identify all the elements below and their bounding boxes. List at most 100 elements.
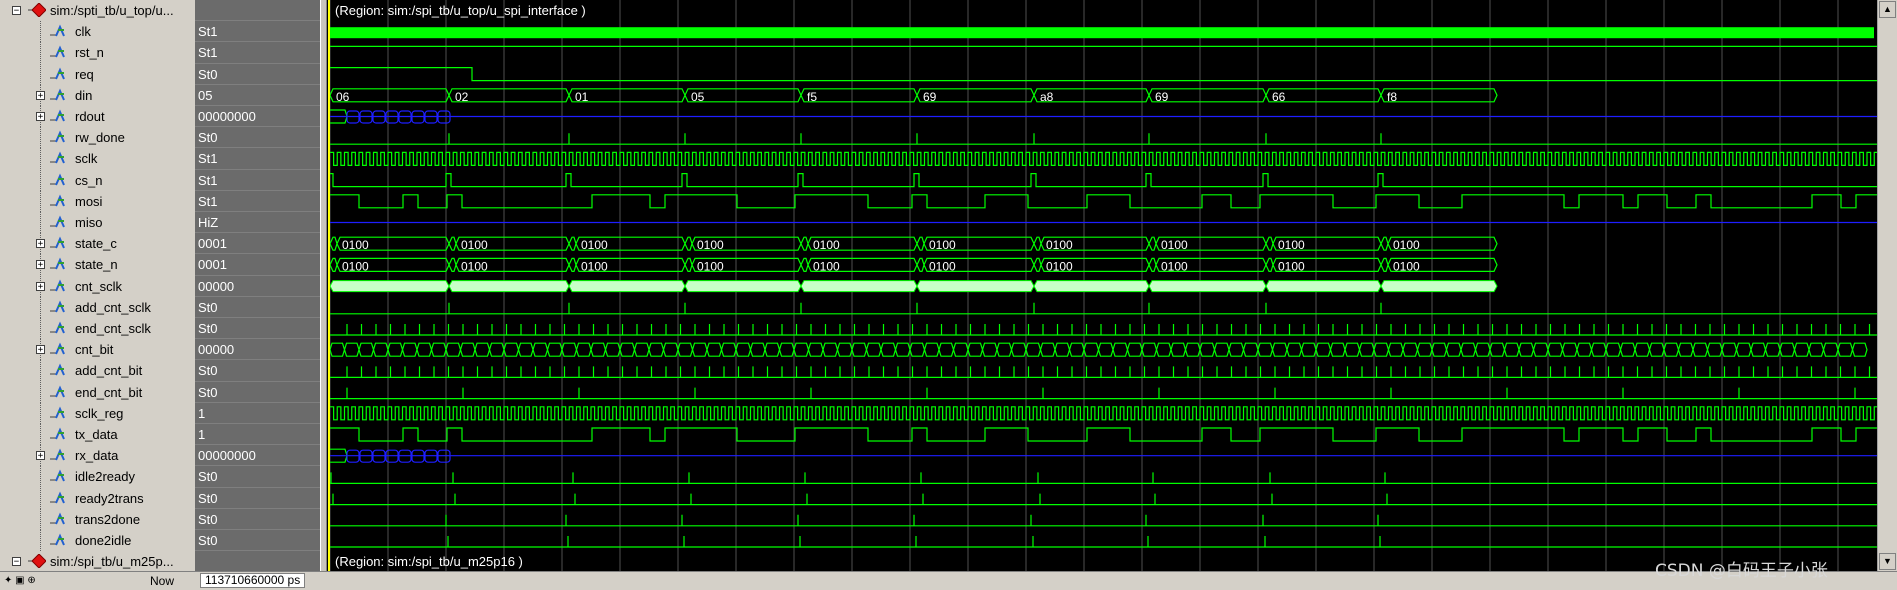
signal-row[interactable]: sclk_reg xyxy=(0,402,195,424)
expand-icon[interactable]: + xyxy=(36,451,45,461)
signal-row[interactable]: + din xyxy=(0,84,195,106)
cnt_sclk-segment xyxy=(568,280,686,293)
signal-waveform-icon xyxy=(50,300,66,314)
expand-icon[interactable]: + xyxy=(36,239,45,249)
signal-value: St1 xyxy=(198,193,218,209)
signal-row[interactable]: done2idle xyxy=(0,530,195,551)
signal-row[interactable]: cs_n xyxy=(0,169,195,191)
signal-value-row: St0 xyxy=(195,360,320,381)
signal-name-pane[interactable]: − sim:/spti_tb/u_top/u... clk rst_n req + din +… xyxy=(0,0,195,571)
signal-row[interactable]: rw_done xyxy=(0,127,195,149)
tree-line xyxy=(40,127,41,149)
row-divider xyxy=(195,20,320,22)
signal-row[interactable]: mosi xyxy=(0,190,195,212)
signal-row[interactable]: idle2ready xyxy=(0,466,195,488)
signal-name: add_cnt_sclk xyxy=(75,299,151,315)
toolbar-icons[interactable]: ✦ ▣ ⊕ xyxy=(4,575,36,586)
group-row[interactable]: − sim:/spi_tb/u_m25p... xyxy=(0,551,195,571)
tree-line xyxy=(40,466,41,488)
signal-name: rx_data xyxy=(75,448,119,464)
waveform-canvas[interactable]: (Region: sim:/spi_tb/u_top/u_spi_interfa… xyxy=(327,0,1879,571)
row-divider xyxy=(195,507,320,509)
signal-row[interactable]: add_cnt_sclk xyxy=(0,296,195,318)
signal-row[interactable]: add_cnt_bit xyxy=(0,360,195,382)
signal-value-row: 00000000 xyxy=(195,445,320,466)
signal-row[interactable]: + state_n xyxy=(0,254,195,276)
signal-row[interactable]: + rdout xyxy=(0,106,195,127)
signal-row[interactable]: trans2done xyxy=(0,508,195,530)
signal-waveform-icon xyxy=(50,469,66,483)
expand-icon[interactable]: + xyxy=(36,112,45,122)
signal-value-row: 00000000 xyxy=(195,106,320,127)
signal-waveform-icon xyxy=(50,491,66,505)
red-diamond-icon xyxy=(28,553,47,569)
signal-value: St0 xyxy=(198,469,218,485)
signal-row[interactable]: + state_c xyxy=(0,233,195,255)
group-name: sim:/spti_tb/u_top/u... xyxy=(50,3,174,18)
tree-line xyxy=(40,508,41,530)
signal-value-row: HiZ xyxy=(195,212,320,233)
signal-waveform-icon xyxy=(50,448,66,462)
signal-value: St0 xyxy=(198,130,218,146)
signal-row[interactable]: end_cnt_bit xyxy=(0,381,195,403)
expand-icon[interactable]: + xyxy=(36,260,45,270)
signal-waveform-icon xyxy=(50,279,66,293)
signal-row[interactable]: tx_data xyxy=(0,424,195,445)
signal-row[interactable]: miso xyxy=(0,212,195,233)
cnt_sclk-segment xyxy=(329,280,450,293)
signal-name: req xyxy=(75,66,94,82)
collapse-icon[interactable]: − xyxy=(12,557,21,567)
row-divider xyxy=(195,83,320,85)
group-row[interactable]: − sim:/spti_tb/u_top/u... xyxy=(0,0,195,21)
signal-value-row: 05 xyxy=(195,85,320,106)
signal-row[interactable]: + cnt_sclk xyxy=(0,275,195,297)
signal-value: St0 xyxy=(198,321,218,336)
pane-splitter[interactable] xyxy=(320,0,327,590)
now-label: Now xyxy=(150,574,175,588)
vertical-scrollbar[interactable]: ▲ ▼ xyxy=(1877,0,1897,571)
signal-value: St0 xyxy=(198,490,218,506)
din-label: 66 xyxy=(1272,90,1286,104)
row-divider xyxy=(195,211,320,212)
signal-row[interactable]: clk xyxy=(0,21,195,43)
signal-name: clk xyxy=(75,24,91,40)
expand-icon[interactable]: + xyxy=(36,90,45,100)
signal-waveform-icon xyxy=(50,194,66,208)
signal-row[interactable]: sclk xyxy=(0,148,195,170)
status-bar: ✦ ▣ ⊕ Now 113710660000 ps xyxy=(0,571,1897,590)
signal-name: cnt_sclk xyxy=(75,278,122,294)
signal-waveform-icon xyxy=(50,427,66,441)
cnt_sclk-segment xyxy=(1265,280,1382,293)
tree-line xyxy=(40,63,41,85)
signal-name: cnt_bit xyxy=(75,342,114,358)
signal-value: St1 xyxy=(198,151,218,167)
scroll-up-button[interactable]: ▲ xyxy=(1879,1,1896,18)
signal-waveform-icon xyxy=(50,45,66,59)
tree-line xyxy=(40,487,41,509)
signal-name: state_c xyxy=(75,236,117,252)
waveform-pane[interactable]: (Region: sim:/spi_tb/u_top/u_spi_interfa… xyxy=(327,0,1879,571)
tree-line xyxy=(40,42,41,64)
expand-icon[interactable]: + xyxy=(36,345,45,355)
row-divider xyxy=(195,41,320,43)
collapse-icon[interactable]: − xyxy=(12,6,21,16)
signal-row[interactable]: rst_n xyxy=(0,42,195,64)
signal-row[interactable]: ready2trans xyxy=(0,487,195,509)
signal-value-row: St0 xyxy=(195,509,320,530)
signal-waveform-icon xyxy=(50,109,66,123)
signal-row[interactable]: end_cnt_sclk xyxy=(0,318,195,339)
cnt_sclk-segment xyxy=(684,280,802,293)
tree-line xyxy=(40,296,41,318)
expand-icon[interactable]: + xyxy=(36,281,45,291)
scroll-down-button[interactable]: ▼ xyxy=(1879,553,1896,570)
signal-name: miso xyxy=(75,215,103,230)
din-label: 06 xyxy=(336,90,350,104)
signal-value: 1 xyxy=(198,427,206,442)
signal-row[interactable]: + cnt_bit xyxy=(0,339,195,361)
row-divider xyxy=(195,62,320,64)
signal-value: 00000 xyxy=(198,278,235,294)
signal-value: St0 xyxy=(198,511,218,527)
signal-row[interactable]: req xyxy=(0,63,195,85)
signal-value-row: St1 xyxy=(195,21,320,42)
signal-row[interactable]: + rx_data xyxy=(0,445,195,467)
